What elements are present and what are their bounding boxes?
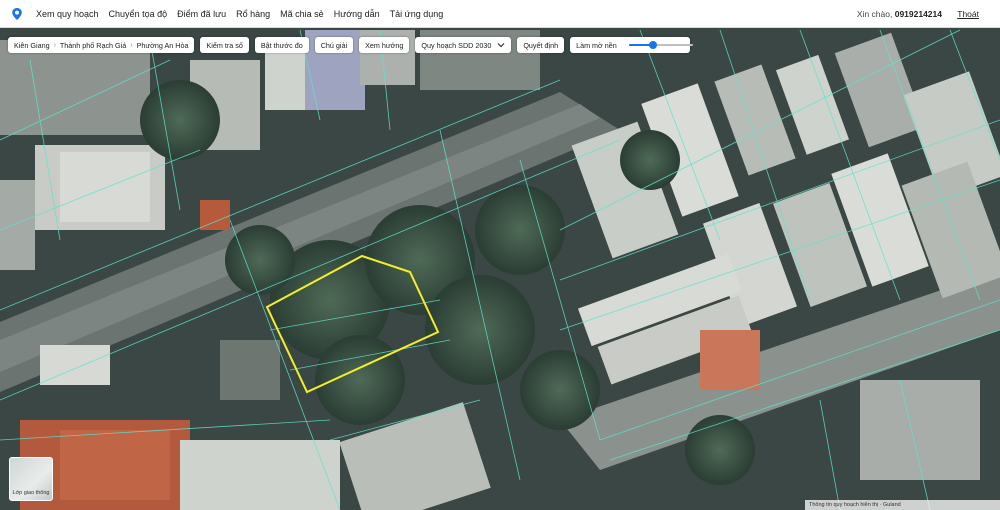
nav-download-app[interactable]: Tải ứng dụng [390, 9, 444, 19]
user-phone: 0919214214 [894, 9, 942, 19]
breadcrumb-province[interactable]: Kiên Giang [14, 41, 50, 50]
map-attribution: Thông tin quy hoạch hiển thị · Guland [805, 500, 1000, 510]
logout-link[interactable]: Thoát [957, 9, 979, 19]
map-toolbar: Kiên Giang › Thành phố Rạch Giá › Phường… [8, 37, 696, 53]
map-pin-logo-icon[interactable] [10, 7, 24, 21]
decision-button[interactable]: Quyết định [517, 37, 565, 53]
chevron-right-icon: › [130, 41, 133, 49]
slider-thumb[interactable] [648, 41, 657, 49]
nav-basket[interactable]: Rổ hàng [236, 9, 270, 19]
legend-button[interactable]: Chú giải [314, 37, 354, 53]
user-greeting: Xin chào, 0919214214 [856, 9, 942, 19]
plan-select-value: Quy hoạch SDD 2030 [421, 40, 492, 50]
breadcrumb[interactable]: Kiên Giang › Thành phố Rạch Giá › Phường… [8, 37, 195, 53]
measure-button[interactable]: Bật thước đo [254, 37, 309, 53]
nav-view-planning[interactable]: Xem quy hoạch [36, 9, 99, 19]
blur-control: Làm mờ nền [570, 37, 693, 53]
breadcrumb-ward[interactable]: Phường An Hòa [137, 41, 189, 50]
nav-share-code[interactable]: Mã chia sẻ [280, 9, 324, 19]
breadcrumb-city[interactable]: Thành phố Rạch Giá [60, 41, 126, 50]
nav-guide[interactable]: Hướng dẫn [334, 9, 380, 19]
blur-label: Làm mờ nền [576, 40, 617, 50]
top-nav: Xem quy hoạch Chuyển tọa độ Điểm đã lưu … [0, 0, 1000, 28]
blur-slider[interactable] [628, 40, 693, 50]
chevron-right-icon: › [53, 41, 56, 49]
chevron-down-icon [497, 43, 505, 48]
satellite-map[interactable] [0, 28, 1000, 510]
nav-convert-coords[interactable]: Chuyển tọa độ [109, 9, 168, 19]
view-direction-button[interactable]: Xem hướng [359, 37, 410, 53]
traffic-layer-label: Lớp giao thông [12, 490, 50, 496]
nav-saved-points[interactable]: Điểm đã lưu [177, 9, 226, 19]
traffic-layer-button[interactable]: Lớp giao thông [9, 457, 53, 501]
check-land-button[interactable]: Kiểm tra số [200, 37, 249, 53]
plan-select[interactable]: Quy hoạch SDD 2030 [415, 37, 512, 53]
